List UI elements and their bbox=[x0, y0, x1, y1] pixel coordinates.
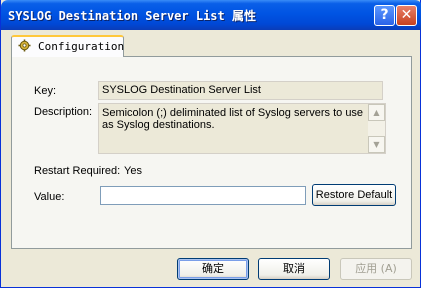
description-scrollbar[interactable]: ▲ ▼ bbox=[368, 104, 385, 153]
value-label: Value: bbox=[34, 191, 65, 203]
restart-required-label: Restart Required: bbox=[34, 165, 121, 177]
close-icon: ✕ bbox=[400, 7, 413, 23]
chevron-down-icon: ▼ bbox=[373, 140, 380, 149]
key-field: SYSLOG Destination Server List bbox=[98, 81, 383, 100]
tab-configuration-label: Configuration bbox=[38, 40, 125, 53]
scroll-up-button[interactable]: ▲ bbox=[368, 104, 385, 121]
tab-configuration[interactable]: Configuration bbox=[11, 35, 124, 57]
value-input[interactable] bbox=[100, 186, 306, 205]
restore-default-button[interactable]: Restore Default bbox=[312, 184, 396, 206]
help-icon: ? bbox=[380, 7, 389, 23]
restart-required-value: Yes bbox=[124, 165, 142, 177]
help-button[interactable]: ? bbox=[374, 5, 395, 26]
gear-icon bbox=[18, 39, 31, 52]
scroll-down-button[interactable]: ▼ bbox=[368, 136, 385, 153]
window-title: SYSLOG Destination Server List 属性 bbox=[8, 9, 256, 23]
key-label: Key: bbox=[34, 85, 57, 97]
close-button[interactable]: ✕ bbox=[396, 5, 417, 26]
apply-button[interactable]: 应用 (A) bbox=[340, 258, 412, 280]
cancel-button[interactable]: 取消 bbox=[258, 258, 330, 280]
description-label: Description: bbox=[34, 106, 93, 118]
title-bar[interactable]: SYSLOG Destination Server List 属性 ? ✕ bbox=[1, 0, 421, 30]
description-text: Semicolon (;) deliminated list of Syslog… bbox=[102, 107, 364, 131]
chevron-up-icon: ▲ bbox=[373, 108, 380, 117]
ok-button[interactable]: 确定 bbox=[177, 258, 249, 280]
description-field[interactable]: Semicolon (;) deliminated list of Syslog… bbox=[98, 103, 386, 154]
properties-dialog: SYSLOG Destination Server List 属性 ? ✕ Co… bbox=[0, 0, 421, 288]
